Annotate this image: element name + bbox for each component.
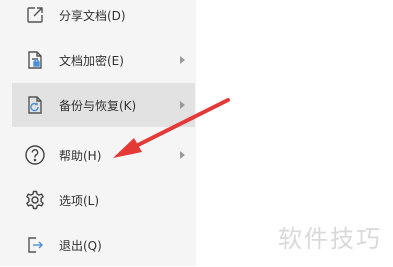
share-icon: [24, 4, 46, 26]
gear-icon: [24, 189, 46, 211]
menu-item-help[interactable]: 帮助(H): [12, 133, 195, 177]
chevron-right-icon: [180, 151, 185, 159]
backup-restore-icon: [24, 94, 46, 116]
menu-item-label: 退出(Q): [59, 238, 102, 253]
menu-item-label: 备份与恢复(K): [59, 98, 137, 113]
menu-item-label: 帮助(H): [59, 148, 102, 163]
menu-item-options[interactable]: 选项(L): [12, 178, 195, 222]
document-lock-icon: [24, 49, 46, 71]
menu-item-share-document[interactable]: 分享文档(D): [12, 0, 195, 37]
menu-item-backup-restore[interactable]: 备份与恢复(K): [12, 83, 195, 127]
file-menu: 分享文档(D) 文档加密(E) 备份与恢复(K) 帮助(H) 选项(L) 退出(…: [0, 0, 196, 266]
help-icon: [24, 144, 46, 166]
menu-item-label: 选项(L): [59, 193, 100, 208]
exit-icon: [24, 234, 46, 256]
menu-item-exit[interactable]: 退出(Q): [12, 223, 195, 267]
menu-item-label: 文档加密(E): [59, 53, 124, 68]
menu-item-document-encryption[interactable]: 文档加密(E): [12, 38, 195, 82]
menu-item-label: 分享文档(D): [59, 8, 126, 23]
watermark-text: 软件技巧: [278, 225, 382, 253]
chevron-right-icon: [180, 101, 185, 109]
chevron-right-icon: [180, 56, 185, 64]
